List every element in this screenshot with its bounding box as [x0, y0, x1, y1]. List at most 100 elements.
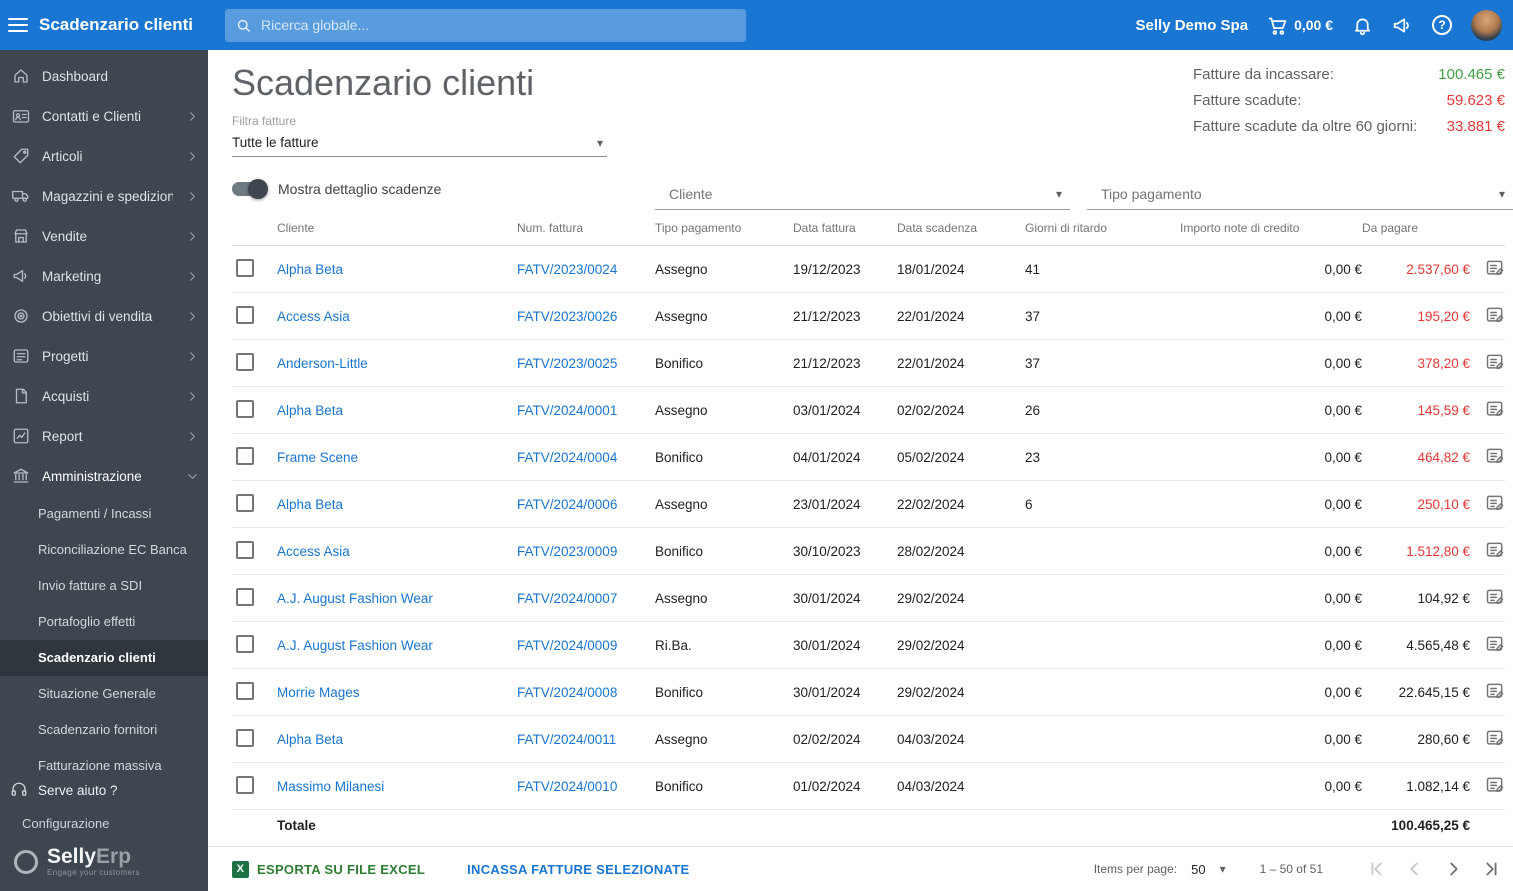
scadenze-detail-icon[interactable]	[1485, 352, 1505, 372]
sidebar-item-articoli[interactable]: Articoli	[0, 136, 208, 176]
client-link[interactable]: Alpha Beta	[277, 403, 343, 418]
sidebar-item-vendite[interactable]: Vendite	[0, 216, 208, 256]
row-checkbox[interactable]	[236, 399, 254, 418]
cart-widget[interactable]: 0,00 €	[1267, 15, 1333, 36]
sidebar-subitem-scadenzario-fornitori[interactable]: Scadenzario fornitori	[0, 712, 208, 748]
row-checkbox[interactable]	[236, 446, 254, 465]
next-page-icon[interactable]	[1441, 857, 1465, 881]
items-per-page-select[interactable]: 50 ▾	[1191, 862, 1226, 877]
invoice-number-link[interactable]: FATV/2024/0006	[517, 497, 617, 512]
sidebar-subitem-pagamenti-incassi[interactable]: Pagamenti / Incassi	[0, 496, 208, 532]
row-checkbox[interactable]	[236, 728, 254, 747]
col-giorni-ritardo[interactable]: Giorni di ritardo	[1025, 221, 1180, 235]
client-link[interactable]: Massimo Milanesi	[277, 779, 384, 794]
notifications-bell-icon[interactable]	[1352, 15, 1373, 36]
export-excel-button[interactable]: X ESPORTA SU FILE EXCEL	[232, 860, 425, 878]
scadenze-detail-icon[interactable]	[1485, 399, 1505, 419]
row-checkbox[interactable]	[236, 352, 254, 371]
sidebar-item-contatti-e-clienti[interactable]: Contatti e Clienti	[0, 96, 208, 136]
scadenze-detail-icon[interactable]	[1485, 587, 1505, 607]
sidebar-item-configurazione[interactable]: Configurazione	[0, 807, 208, 842]
collect-selected-button[interactable]: INCASSA FATTURE SELEZIONATE	[467, 862, 689, 877]
invoice-number-link[interactable]: FATV/2023/0025	[517, 356, 617, 371]
filter-row: Mostra dettaglio scadenze Cliente ▾ Tipo…	[208, 158, 1513, 210]
client-link[interactable]: A.J. August Fashion Wear	[277, 591, 433, 606]
invoice-number-link[interactable]: FATV/2023/0026	[517, 309, 617, 324]
client-link[interactable]: Alpha Beta	[277, 262, 343, 277]
invoice-number-link[interactable]: FATV/2023/0009	[517, 544, 617, 559]
col-da-pagare[interactable]: Da pagare	[1362, 221, 1470, 235]
sidebar-item-amministrazione[interactable]: Amministrazione	[0, 456, 208, 496]
scadenze-detail-icon[interactable]	[1485, 493, 1505, 513]
row-checkbox[interactable]	[236, 587, 254, 606]
user-avatar[interactable]	[1471, 9, 1502, 41]
first-page-icon[interactable]	[1365, 857, 1389, 881]
scadenze-detail-icon[interactable]	[1485, 681, 1505, 701]
client-link[interactable]: Alpha Beta	[277, 497, 343, 512]
sidebar-subitem-invio-fatture-a-sdi[interactable]: Invio fatture a SDI	[0, 568, 208, 604]
invoice-number-link[interactable]: FATV/2023/0024	[517, 262, 617, 277]
invoice-number-link[interactable]: FATV/2024/0008	[517, 685, 617, 700]
last-page-icon[interactable]	[1479, 857, 1503, 881]
col-tipo-pagamento[interactable]: Tipo pagamento	[655, 221, 793, 235]
sidebar-subitem-scadenzario-clienti[interactable]: Scadenzario clienti	[0, 640, 208, 676]
global-search[interactable]	[225, 8, 746, 42]
sidebar-subitem-riconciliazione-ec-banca[interactable]: Riconciliazione EC Banca	[0, 532, 208, 568]
client-link[interactable]: A.J. August Fashion Wear	[277, 638, 433, 653]
client-link[interactable]: Access Asia	[277, 544, 350, 559]
scadenze-detail-icon[interactable]	[1485, 446, 1505, 466]
previous-page-icon[interactable]	[1403, 857, 1427, 881]
row-checkbox[interactable]	[236, 775, 254, 794]
sidebar-subitem-fatturazione-massiva[interactable]: Fatturazione massiva	[0, 748, 208, 773]
invoice-number-link[interactable]: FATV/2024/0009	[517, 638, 617, 653]
sidebar-item-magazzini-e-spedizion[interactable]: Magazzini e spedizion	[0, 176, 208, 216]
menu-icon[interactable]	[8, 18, 28, 32]
announcements-megaphone-icon[interactable]	[1392, 15, 1413, 36]
col-cliente[interactable]: Cliente	[277, 221, 517, 235]
invoice-number-link[interactable]: FATV/2024/0001	[517, 403, 617, 418]
sidebar-item-serve-aiuto[interactable]: Serve aiuto ?	[0, 773, 208, 807]
scadenze-detail-icon[interactable]	[1485, 540, 1505, 560]
row-checkbox[interactable]	[236, 258, 254, 277]
row-checkbox[interactable]	[236, 493, 254, 512]
scadenze-detail-icon[interactable]	[1485, 775, 1505, 795]
row-checkbox[interactable]	[236, 540, 254, 559]
scadenze-detail-icon[interactable]	[1485, 258, 1505, 278]
client-link[interactable]: Morrie Mages	[277, 685, 360, 700]
client-link[interactable]: Access Asia	[277, 309, 350, 324]
sidebar-item-obiettivi-di-vendita[interactable]: Obiettivi di vendita	[0, 296, 208, 336]
payment-type-filter-select[interactable]: Tipo pagamento ▾	[1087, 182, 1513, 210]
sidebar-item-marketing[interactable]: Marketing	[0, 256, 208, 296]
row-checkbox[interactable]	[236, 305, 254, 324]
search-input[interactable]	[261, 17, 736, 33]
sidebar-item-report[interactable]: Report	[0, 416, 208, 456]
scadenze-detail-icon[interactable]	[1485, 728, 1505, 748]
col-data-scadenza[interactable]: Data scadenza	[897, 221, 1025, 235]
invoice-number-link[interactable]: FATV/2024/0007	[517, 591, 617, 606]
invoice-number-link[interactable]: FATV/2024/0010	[517, 779, 617, 794]
invoice-filter-select[interactable]: Tutte le fatture ▾	[232, 133, 607, 157]
scadenze-detail-icon[interactable]	[1485, 305, 1505, 325]
help-icon[interactable]: ?	[1432, 15, 1452, 35]
client-link[interactable]: Alpha Beta	[277, 732, 343, 747]
row-checkbox[interactable]	[236, 634, 254, 653]
company-name[interactable]: Selly Demo Spa	[1136, 17, 1249, 34]
detail-toggle[interactable]	[232, 179, 268, 199]
invoice-number-link[interactable]: FATV/2024/0011	[517, 732, 616, 747]
col-data-fattura[interactable]: Data fattura	[793, 221, 897, 235]
sidebar-item-progetti[interactable]: Progetti	[0, 336, 208, 376]
sidebar-item-dashboard[interactable]: Dashboard	[0, 56, 208, 96]
invoice-number-link[interactable]: FATV/2024/0004	[517, 450, 617, 465]
client-link[interactable]: Anderson-Little	[277, 356, 368, 371]
col-importo-note-credito[interactable]: Importo note di credito	[1180, 221, 1362, 235]
credit-note-cell: 0,00 €	[1324, 590, 1362, 606]
client-filter-select[interactable]: Cliente ▾	[655, 182, 1070, 210]
sidebar-subitem-situazione-generale[interactable]: Situazione Generale	[0, 676, 208, 712]
invoice-filter-value: Tutte le fatture	[232, 135, 319, 150]
col-num-fattura[interactable]: Num. fattura	[517, 221, 655, 235]
scadenze-detail-icon[interactable]	[1485, 634, 1505, 654]
sidebar-subitem-portafoglio-effetti[interactable]: Portafoglio effetti	[0, 604, 208, 640]
client-link[interactable]: Frame Scene	[277, 450, 358, 465]
row-checkbox[interactable]	[236, 681, 254, 700]
sidebar-item-acquisti[interactable]: Acquisti	[0, 376, 208, 416]
